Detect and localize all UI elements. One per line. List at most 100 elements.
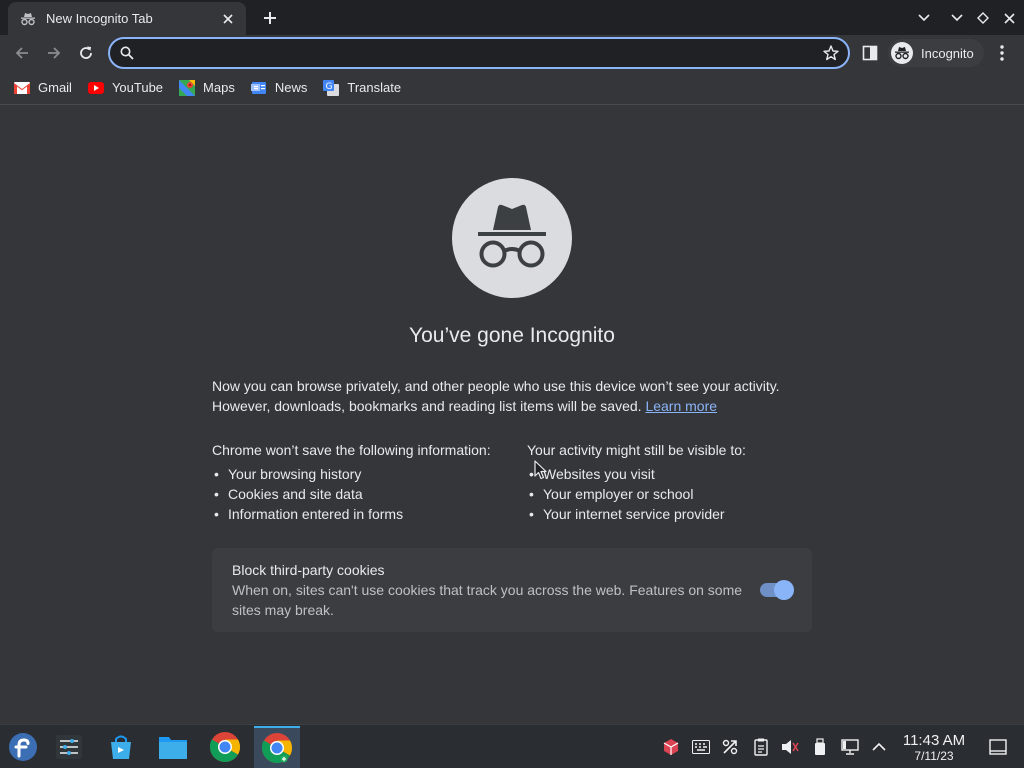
wont-save-heading: Chrome won’t save the following informat… [212, 440, 512, 460]
toggle-knob [774, 580, 794, 600]
heading-prefix: Your activity [527, 442, 606, 458]
list-item: Cookies and site data [212, 484, 512, 504]
bookmark-star-icon[interactable] [822, 44, 840, 62]
profile-incognito-button[interactable]: Incognito [888, 39, 984, 67]
bookmark-label: News [274, 80, 308, 95]
minimize-icon[interactable] [945, 6, 969, 30]
search-icon [120, 46, 134, 60]
clock-date: 7/11/23 [914, 749, 954, 763]
intro-text: Now you can browse privately, and other … [212, 376, 812, 416]
heading-suffix: to: [726, 442, 746, 458]
incognito-page: You’ve gone Incognito Now you can browse… [0, 106, 1024, 724]
still-visible-heading: Your activity might still be visible to: [527, 440, 827, 460]
incognito-avatar-icon [891, 42, 913, 64]
bookmark-news[interactable]: News [250, 76, 308, 100]
tab-new-incognito[interactable]: New Incognito Tab [8, 2, 246, 35]
bookmark-label: Maps [203, 80, 235, 95]
reload-button[interactable] [72, 39, 100, 67]
chrome-active-icon [262, 733, 293, 764]
clock-time: 11:43 AM [902, 732, 966, 749]
list-item: Your employer or school [527, 484, 827, 504]
kebab-menu-icon [1000, 45, 1004, 61]
wont-save-list: Your browsing history Cookies and site d… [212, 464, 512, 524]
app-launcher-icon [9, 733, 37, 761]
chrome-icon [210, 732, 241, 763]
show-desktop-icon[interactable] [988, 737, 1008, 757]
close-window-icon[interactable] [997, 6, 1021, 30]
side-panel-button[interactable] [860, 43, 880, 63]
block-cookies-toggle[interactable] [760, 580, 794, 600]
intro-line-1: Now you can browse privately, and other … [212, 378, 780, 394]
learn-more-link[interactable]: Learn more [645, 398, 717, 414]
taskbar: 11:43 AM 7/11/23 [0, 724, 1024, 768]
list-item: Your internet service provider [527, 504, 827, 524]
profile-label: Incognito [921, 45, 974, 61]
intro-line-2: However, downloads, bookmarks and readin… [212, 398, 642, 414]
bookmarks-bar: Gmail YouTube Maps News G Translate [0, 71, 1024, 105]
incognito-hero-icon [452, 178, 572, 298]
mouse-cursor-icon [534, 460, 547, 480]
new-tab-button[interactable] [258, 6, 282, 30]
news-icon [250, 80, 267, 96]
arrow-left-icon [15, 47, 28, 59]
third-party-cookies-card: Block third-party cookies When on, sites… [212, 548, 812, 632]
address-input[interactable] [140, 43, 810, 63]
list-item: Information entered in forms [212, 504, 512, 524]
system-settings-icon [56, 735, 82, 759]
digital-clock[interactable]: 11:43 AM 7/11/23 [896, 732, 972, 763]
tray-package-icon[interactable] [661, 737, 681, 757]
show-hidden-tray-icon[interactable] [869, 737, 889, 757]
chrome-incognito-button[interactable] [254, 726, 300, 768]
discover-store-button[interactable] [98, 726, 144, 768]
still-visible-section: Your activity might still be visible to:… [527, 440, 827, 524]
bookmark-gmail[interactable]: Gmail [14, 76, 72, 100]
volume-muted-icon[interactable] [780, 737, 800, 757]
list-item: Websites you visit [527, 464, 827, 484]
heading-emphasis: might still be visible [605, 442, 727, 458]
bookmark-translate[interactable]: G Translate [323, 76, 401, 100]
maximize-icon[interactable] [971, 6, 995, 30]
side-panel-icon [862, 45, 878, 61]
youtube-icon [87, 80, 104, 96]
wont-save-section: Chrome won’t save the following informat… [212, 440, 512, 524]
gmail-icon [14, 80, 30, 96]
svg-text:G: G [326, 82, 333, 92]
tab-strip: New Incognito Tab [0, 0, 1024, 35]
cookies-title: Block third-party cookies [232, 562, 385, 578]
forward-button[interactable] [40, 39, 68, 67]
clipboard-icon[interactable] [751, 737, 771, 757]
network-icon[interactable] [840, 737, 860, 757]
kde-connect-icon[interactable] [720, 737, 740, 757]
browser-toolbar: Incognito [0, 35, 1024, 71]
discover-store-icon [111, 735, 131, 759]
translate-icon: G [323, 79, 340, 96]
heading-suffix: the following information: [331, 442, 491, 458]
heading-emphasis: won’t save [265, 442, 332, 458]
system-settings-button[interactable] [46, 726, 92, 768]
maps-icon [179, 79, 196, 96]
bookmark-label: YouTube [111, 80, 164, 95]
bookmark-label: Gmail [38, 80, 72, 95]
reload-icon [80, 46, 92, 59]
cookies-description: When on, sites can't use cookies that tr… [232, 582, 743, 618]
still-visible-list: Websites you visit Your employer or scho… [527, 464, 827, 524]
bookmark-youtube[interactable]: YouTube [87, 76, 164, 100]
arrow-right-icon [48, 47, 61, 59]
incognito-icon [20, 11, 36, 27]
close-tab-icon[interactable] [220, 11, 236, 27]
address-bar[interactable] [108, 37, 850, 69]
bookmark-maps[interactable]: Maps [179, 76, 235, 100]
list-item: Your browsing history [212, 464, 512, 484]
chrome-menu-button[interactable] [992, 43, 1012, 63]
chrome-button[interactable] [202, 726, 248, 768]
app-launcher-button[interactable] [0, 726, 46, 768]
file-manager-icon [159, 737, 187, 759]
bookmark-label: Translate [347, 80, 402, 95]
tab-search-icon[interactable] [912, 6, 936, 30]
heading-prefix: Chrome [212, 442, 266, 458]
file-manager-button[interactable] [150, 726, 196, 768]
device-notifier-icon[interactable] [810, 737, 830, 757]
tab-title: New Incognito Tab [46, 11, 153, 26]
keyboard-layout-icon[interactable] [691, 737, 711, 757]
back-button[interactable] [8, 39, 36, 67]
